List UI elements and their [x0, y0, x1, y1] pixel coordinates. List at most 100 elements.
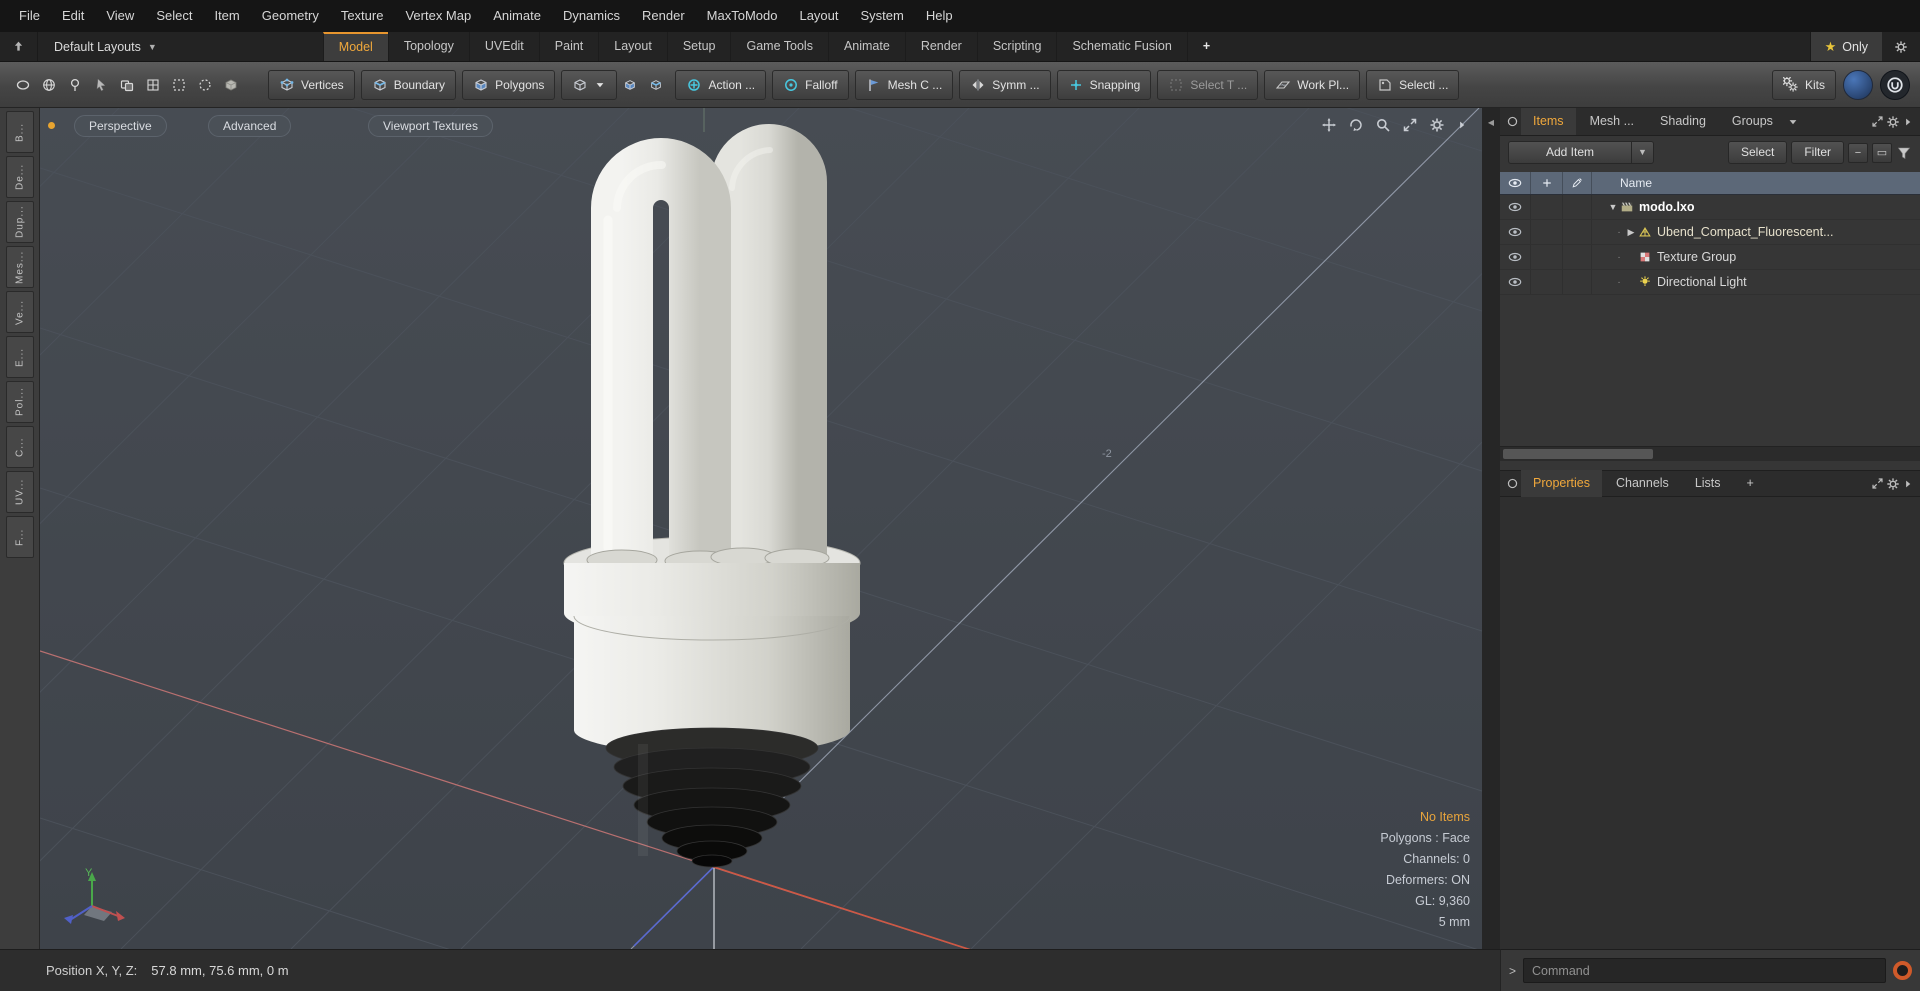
- strip-tab-fusion[interactable]: F...: [5, 516, 34, 558]
- small-tool-icon-1[interactable]: [617, 70, 643, 100]
- menu-edit[interactable]: Edit: [51, 0, 95, 32]
- strip-tab-deform[interactable]: De...: [5, 156, 34, 198]
- tab-items[interactable]: Items: [1521, 108, 1576, 135]
- eye-icon[interactable]: [1508, 200, 1522, 214]
- tab-setup[interactable]: Setup: [666, 32, 731, 61]
- strip-tab-vertex[interactable]: Ve...: [5, 291, 34, 333]
- menu-texture[interactable]: Texture: [330, 0, 395, 32]
- menu-maxtomodo[interactable]: MaxToModo: [696, 0, 789, 32]
- menu-layout[interactable]: Layout: [788, 0, 849, 32]
- grid-cube-tool-icon[interactable]: [140, 70, 166, 100]
- strip-tab-duplicate[interactable]: Dup...: [5, 201, 34, 243]
- tab-model[interactable]: Model: [322, 32, 388, 61]
- command-history-icon[interactable]: [1893, 961, 1912, 980]
- tab-uvedit[interactable]: UVEdit: [468, 32, 539, 61]
- visibility-column-eye-icon[interactable]: [1508, 176, 1522, 190]
- pan-icon[interactable]: [1321, 117, 1337, 133]
- panel-more-icon[interactable]: [1902, 116, 1914, 128]
- menu-geometry[interactable]: Geometry: [251, 0, 330, 32]
- solid-cube-tool-icon[interactable]: [218, 70, 244, 100]
- polygons-mode-button[interactable]: Polygons: [462, 69, 556, 100]
- tab-game-tools[interactable]: Game Tools: [730, 32, 827, 61]
- viewport-more-icon[interactable]: [1456, 119, 1468, 131]
- add-column-plus-icon[interactable]: [1541, 177, 1553, 189]
- cursor-tool-icon[interactable]: [88, 70, 114, 100]
- select-through-button[interactable]: Select T ...: [1157, 69, 1259, 100]
- funnel-icon[interactable]: [1896, 145, 1912, 161]
- edit-column-pen-icon[interactable]: [1571, 177, 1583, 189]
- filter-button[interactable]: Filter: [1791, 141, 1844, 164]
- eye-icon[interactable]: [1508, 250, 1522, 264]
- tab-animate[interactable]: Animate: [827, 32, 905, 61]
- add-panel-tab-button[interactable]: +: [1735, 470, 1766, 497]
- viewport-canvas[interactable]: Y: [40, 108, 1482, 949]
- viewport-gear-icon[interactable]: [1429, 117, 1445, 133]
- tab-paint[interactable]: Paint: [538, 32, 599, 61]
- item-row-scene[interactable]: ▼ modo.lxo: [1500, 195, 1920, 220]
- item-row-directional-light[interactable]: · Directional Light: [1500, 270, 1920, 295]
- scrollbar-thumb[interactable]: [1503, 449, 1653, 459]
- eye-icon[interactable]: [1508, 225, 1522, 239]
- strip-tab-mesh-edit[interactable]: Mes...: [5, 246, 34, 288]
- layout-switcher[interactable]: Default Layouts ▼: [38, 32, 173, 61]
- viewport-camera-button[interactable]: Perspective: [74, 115, 167, 137]
- item-row-mesh[interactable]: · ▶ Ubend_Compact_Fluorescent...: [1500, 220, 1920, 245]
- sphere-icon-button[interactable]: [1843, 69, 1873, 100]
- disclosure-right-icon[interactable]: ▶: [1624, 227, 1638, 238]
- vertices-mode-button[interactable]: Vertices: [268, 69, 355, 100]
- add-item-button[interactable]: Add Item: [1508, 141, 1632, 164]
- tab-layout[interactable]: Layout: [598, 32, 667, 61]
- tab-groups[interactable]: Groups: [1720, 108, 1785, 135]
- menu-vertex-map[interactable]: Vertex Map: [394, 0, 482, 32]
- kits-button[interactable]: Kits: [1771, 69, 1836, 100]
- name-column-header[interactable]: Name: [1592, 176, 1652, 190]
- strip-tab-basic[interactable]: B...: [5, 111, 34, 153]
- globe-tool-icon[interactable]: [36, 70, 62, 100]
- disclosure-down-icon[interactable]: ▼: [1606, 202, 1620, 212]
- item-row-texture-group[interactable]: · Texture Group: [1500, 245, 1920, 270]
- snapping-button[interactable]: Snapping: [1056, 69, 1152, 100]
- menu-render[interactable]: Render: [631, 0, 696, 32]
- marquee-circle-tool-icon[interactable]: [192, 70, 218, 100]
- panel-more-icon[interactable]: [1902, 478, 1914, 490]
- chevron-down-icon[interactable]: [1787, 116, 1799, 128]
- panel-gear-icon[interactable]: [1886, 115, 1900, 129]
- panel-handle-icon[interactable]: [1506, 115, 1519, 128]
- menu-animate[interactable]: Animate: [482, 0, 552, 32]
- tab-properties[interactable]: Properties: [1521, 470, 1602, 497]
- symmetry-button[interactable]: Symm ...: [959, 69, 1051, 100]
- strip-tab-edge[interactable]: E...: [5, 336, 34, 378]
- viewport-textures-button[interactable]: Viewport Textures: [368, 115, 493, 137]
- menu-file[interactable]: File: [8, 0, 51, 32]
- tab-shading[interactable]: Shading: [1648, 108, 1718, 135]
- add-workspace-tab-button[interactable]: +: [1186, 32, 1225, 61]
- panel-splitter[interactable]: ◀: [1482, 108, 1500, 949]
- tab-render[interactable]: Render: [904, 32, 977, 61]
- modo-logo-button[interactable]: [1880, 69, 1910, 100]
- eye-icon[interactable]: [1508, 275, 1522, 289]
- list-options-button[interactable]: ▭: [1872, 142, 1892, 163]
- menu-help[interactable]: Help: [915, 0, 964, 32]
- selection-sets-button[interactable]: Selecti ...: [1366, 69, 1460, 100]
- menu-dynamics[interactable]: Dynamics: [552, 0, 631, 32]
- tab-schematic-fusion[interactable]: Schematic Fusion: [1056, 32, 1186, 61]
- orbit-icon[interactable]: [1348, 117, 1364, 133]
- pair-rect-tool-icon[interactable]: [114, 70, 140, 100]
- zoom-icon[interactable]: [1375, 117, 1391, 133]
- 3d-viewport[interactable]: Y Perspective Advanced Viewport Textures…: [40, 108, 1482, 949]
- layout-bar-gear-button[interactable]: [1882, 32, 1920, 61]
- viewport-shading-button[interactable]: Advanced: [208, 115, 292, 137]
- menu-view[interactable]: View: [95, 0, 145, 32]
- expand-panel-icon[interactable]: [1871, 477, 1884, 490]
- select-button[interactable]: Select: [1727, 141, 1788, 164]
- strip-tab-uv[interactable]: UV...: [5, 471, 34, 513]
- add-item-caret-button[interactable]: ▼: [1632, 141, 1654, 164]
- menu-select[interactable]: Select: [145, 0, 203, 32]
- only-toggle[interactable]: ★ Only: [1809, 32, 1882, 61]
- boundary-mode-button[interactable]: Boundary: [360, 69, 457, 100]
- mesh-constraint-button[interactable]: Mesh C ...: [854, 69, 954, 100]
- panel-gear-icon[interactable]: [1886, 477, 1900, 491]
- tab-mesh-ops[interactable]: Mesh ...: [1578, 108, 1646, 135]
- command-input[interactable]: [1523, 958, 1886, 983]
- maximize-icon[interactable]: [1402, 117, 1418, 133]
